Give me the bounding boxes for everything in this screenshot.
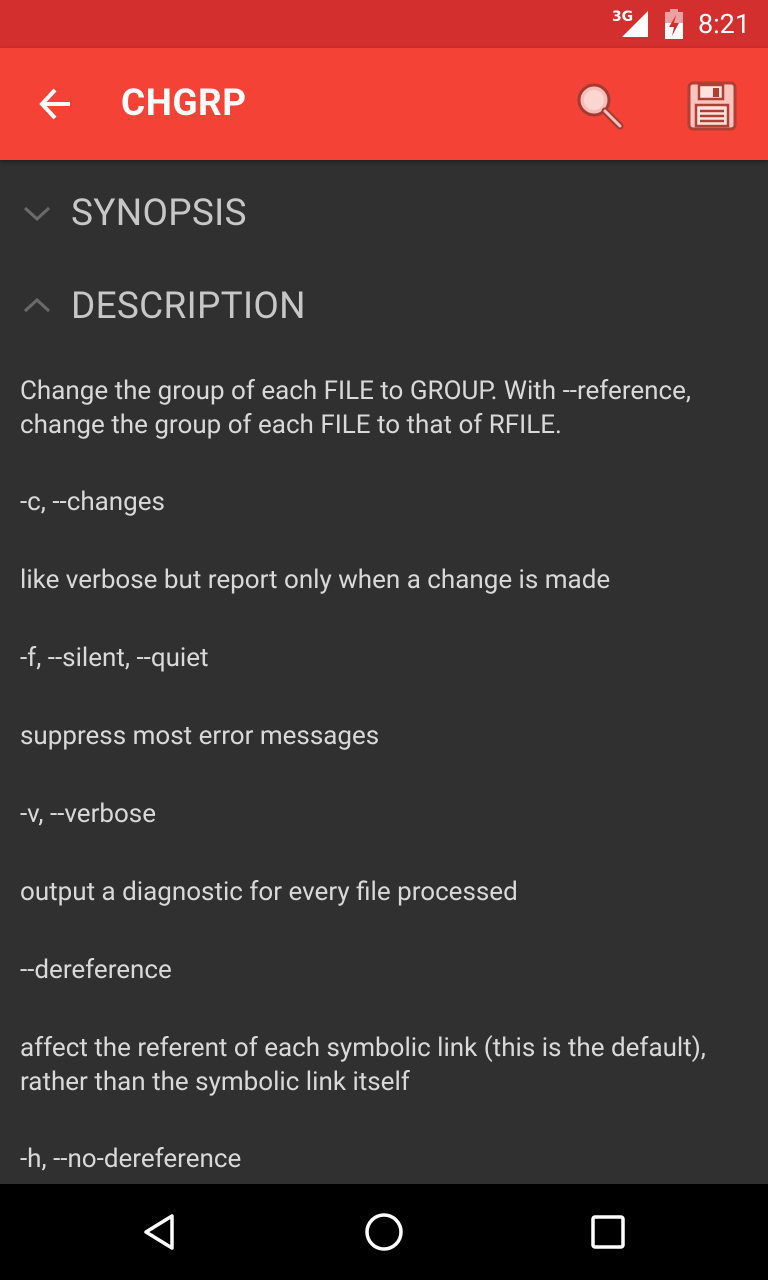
- description-intro: Change the group of each FILE to GROUP. …: [20, 376, 692, 440]
- cell-signal-icon: 3G: [612, 9, 650, 39]
- status-icons: 3G 8:21: [612, 0, 750, 48]
- arrow-back-icon: [39, 88, 70, 120]
- option-dereference-desc: affect the referent of each symbolic lin…: [20, 1033, 706, 1097]
- nav-back-button[interactable]: [130, 1202, 190, 1262]
- search-button[interactable]: [568, 76, 632, 136]
- clock: 8:21: [697, 8, 750, 40]
- option-silent-desc: suppress most error messages: [20, 721, 380, 751]
- save-button[interactable]: [680, 76, 744, 136]
- section-description[interactable]: DESCRIPTION: [0, 266, 768, 346]
- option-verbose-desc: output a diagnostic for every file proce…: [20, 877, 518, 907]
- section-description-label: DESCRIPTION: [71, 284, 306, 328]
- section-synopsis[interactable]: SYNOPSIS: [0, 173, 768, 253]
- chevron-down-icon: [23, 206, 51, 222]
- square-recents-icon: [591, 1215, 625, 1249]
- back-button[interactable]: [28, 76, 84, 132]
- status-bar: 3G 8:21: [0, 0, 768, 48]
- floppy-disk-icon: [687, 81, 737, 131]
- triangle-back-icon: [144, 1214, 174, 1250]
- option-changes: -c, --changes: [20, 487, 165, 517]
- circle-home-icon: [365, 1213, 403, 1251]
- battery-icon: [664, 9, 683, 39]
- man-page-content[interactable]: SYNOPSIS DESCRIPTION Change the group of…: [0, 160, 768, 1184]
- section-synopsis-label: SYNOPSIS: [71, 191, 247, 235]
- nav-home-button[interactable]: [354, 1202, 414, 1262]
- page-title: CHGRP: [121, 82, 247, 125]
- option-silent: -f, --silent, --quiet: [20, 643, 209, 673]
- chevron-up-icon: [23, 297, 51, 313]
- magnifier-icon: [577, 83, 624, 130]
- option-no-dereference: -h, --no-dereference: [20, 1144, 242, 1174]
- nav-recents-button[interactable]: [578, 1202, 638, 1262]
- app-bar: CHGRP: [0, 48, 768, 160]
- option-changes-desc: like verbose but report only when a chan…: [20, 565, 611, 595]
- option-verbose: -v, --verbose: [20, 799, 157, 829]
- system-nav-bar: [0, 1184, 768, 1280]
- option-dereference: --dereference: [20, 955, 172, 985]
